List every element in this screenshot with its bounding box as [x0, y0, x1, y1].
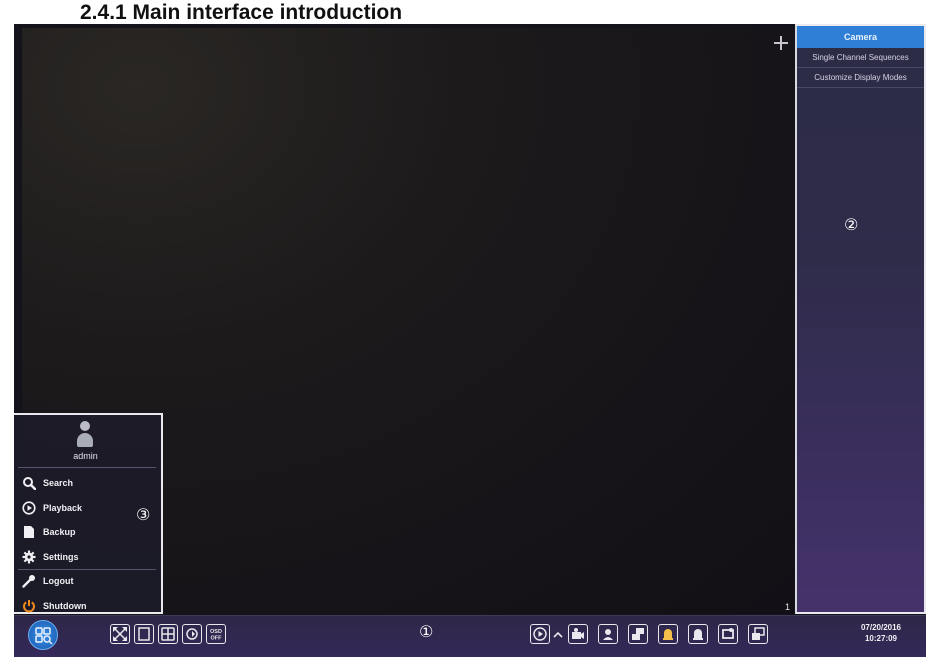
- dvr-screen: 1 Camera Single Channel Sequences Custom…: [14, 24, 926, 657]
- svg-text:OFF: OFF: [211, 636, 223, 642]
- callout-number-3: ③: [136, 505, 151, 524]
- user-avatar-icon: [77, 421, 93, 449]
- datetime: 07/20/2016 10:27:09: [846, 622, 916, 644]
- chevron-up-icon[interactable]: [552, 628, 564, 640]
- menu-item-label: Playback: [43, 502, 83, 513]
- menu-item-settings[interactable]: Settings: [18, 545, 156, 570]
- menu-item-logout[interactable]: Logout: [18, 569, 156, 594]
- single-layout-button[interactable]: [134, 624, 154, 644]
- document-icon: [22, 525, 36, 539]
- menu-item-label: Settings: [43, 551, 79, 562]
- osd-off-icon: OSD OFF: [210, 629, 223, 642]
- menu-item-label: Backup: [43, 527, 76, 538]
- menu-item-search[interactable]: Search: [18, 471, 156, 496]
- date-text: 07/20/2016: [860, 623, 902, 632]
- menu-item-label: Shutdown: [43, 600, 87, 611]
- record-button[interactable]: [628, 624, 648, 644]
- quad-layout-icon: [161, 627, 175, 641]
- username: admin: [73, 451, 98, 461]
- camera-icon: [572, 628, 584, 639]
- menu-item-label: Logout: [43, 576, 74, 587]
- bell-icon: [693, 629, 703, 640]
- playback-button[interactable]: [530, 624, 550, 644]
- alarm-button[interactable]: [658, 624, 678, 644]
- record-icon: [632, 628, 644, 640]
- person-icon: [603, 629, 613, 640]
- snapshot-icon: [722, 628, 734, 639]
- svg-text:OSD: OSD: [210, 629, 222, 635]
- windows-button[interactable]: [748, 624, 768, 644]
- windows-icon: [752, 627, 765, 640]
- person-button[interactable]: [598, 624, 618, 644]
- single-layout-icon: [138, 627, 150, 641]
- camera-button[interactable]: [568, 624, 588, 644]
- time-text: 10:27:09: [864, 634, 898, 643]
- fullscreen-icon: [113, 627, 127, 641]
- sequence-button[interactable]: [182, 624, 202, 644]
- start-button[interactable]: [28, 620, 58, 650]
- taskbar: OSD OFF ① 07/20/2016 10:27:09: [14, 615, 926, 657]
- callout-number-2: ②: [844, 215, 859, 234]
- play-circle-icon: [22, 501, 36, 515]
- bell-button[interactable]: [688, 624, 708, 644]
- user-block: admin: [18, 417, 153, 467]
- channel-number: 1: [784, 602, 790, 612]
- power-icon: [22, 599, 36, 613]
- alarm-bell-icon: [663, 629, 673, 640]
- key-icon: [22, 574, 36, 588]
- panel-header-camera[interactable]: Camera: [797, 26, 924, 48]
- search-icon: [22, 476, 37, 491]
- fullscreen-button[interactable]: [110, 624, 130, 644]
- menu-list: Search Playback Backup Settings Logout S…: [18, 471, 156, 618]
- callout-number-1: ①: [419, 622, 434, 641]
- right-panel: Camera Single Channel Sequences Customiz…: [795, 24, 926, 614]
- panel-item-single-channel-sequences[interactable]: Single Channel Sequences: [797, 48, 924, 68]
- menu-item-label: Search: [43, 478, 74, 489]
- menu-divider: [18, 467, 156, 468]
- gear-icon: [22, 550, 36, 564]
- document-heading: 2.4.1 Main interface introduction: [80, 1, 403, 24]
- quad-layout-button[interactable]: [158, 624, 178, 644]
- sequence-icon: [186, 628, 198, 640]
- panel-item-customize-display-modes[interactable]: Customize Display Modes: [797, 68, 924, 88]
- osd-off-button[interactable]: OSD OFF: [206, 624, 226, 644]
- plus-icon[interactable]: [774, 36, 788, 50]
- start-menu-icon: [35, 627, 53, 645]
- playback-icon: [533, 627, 547, 641]
- snapshot-button[interactable]: [718, 624, 738, 644]
